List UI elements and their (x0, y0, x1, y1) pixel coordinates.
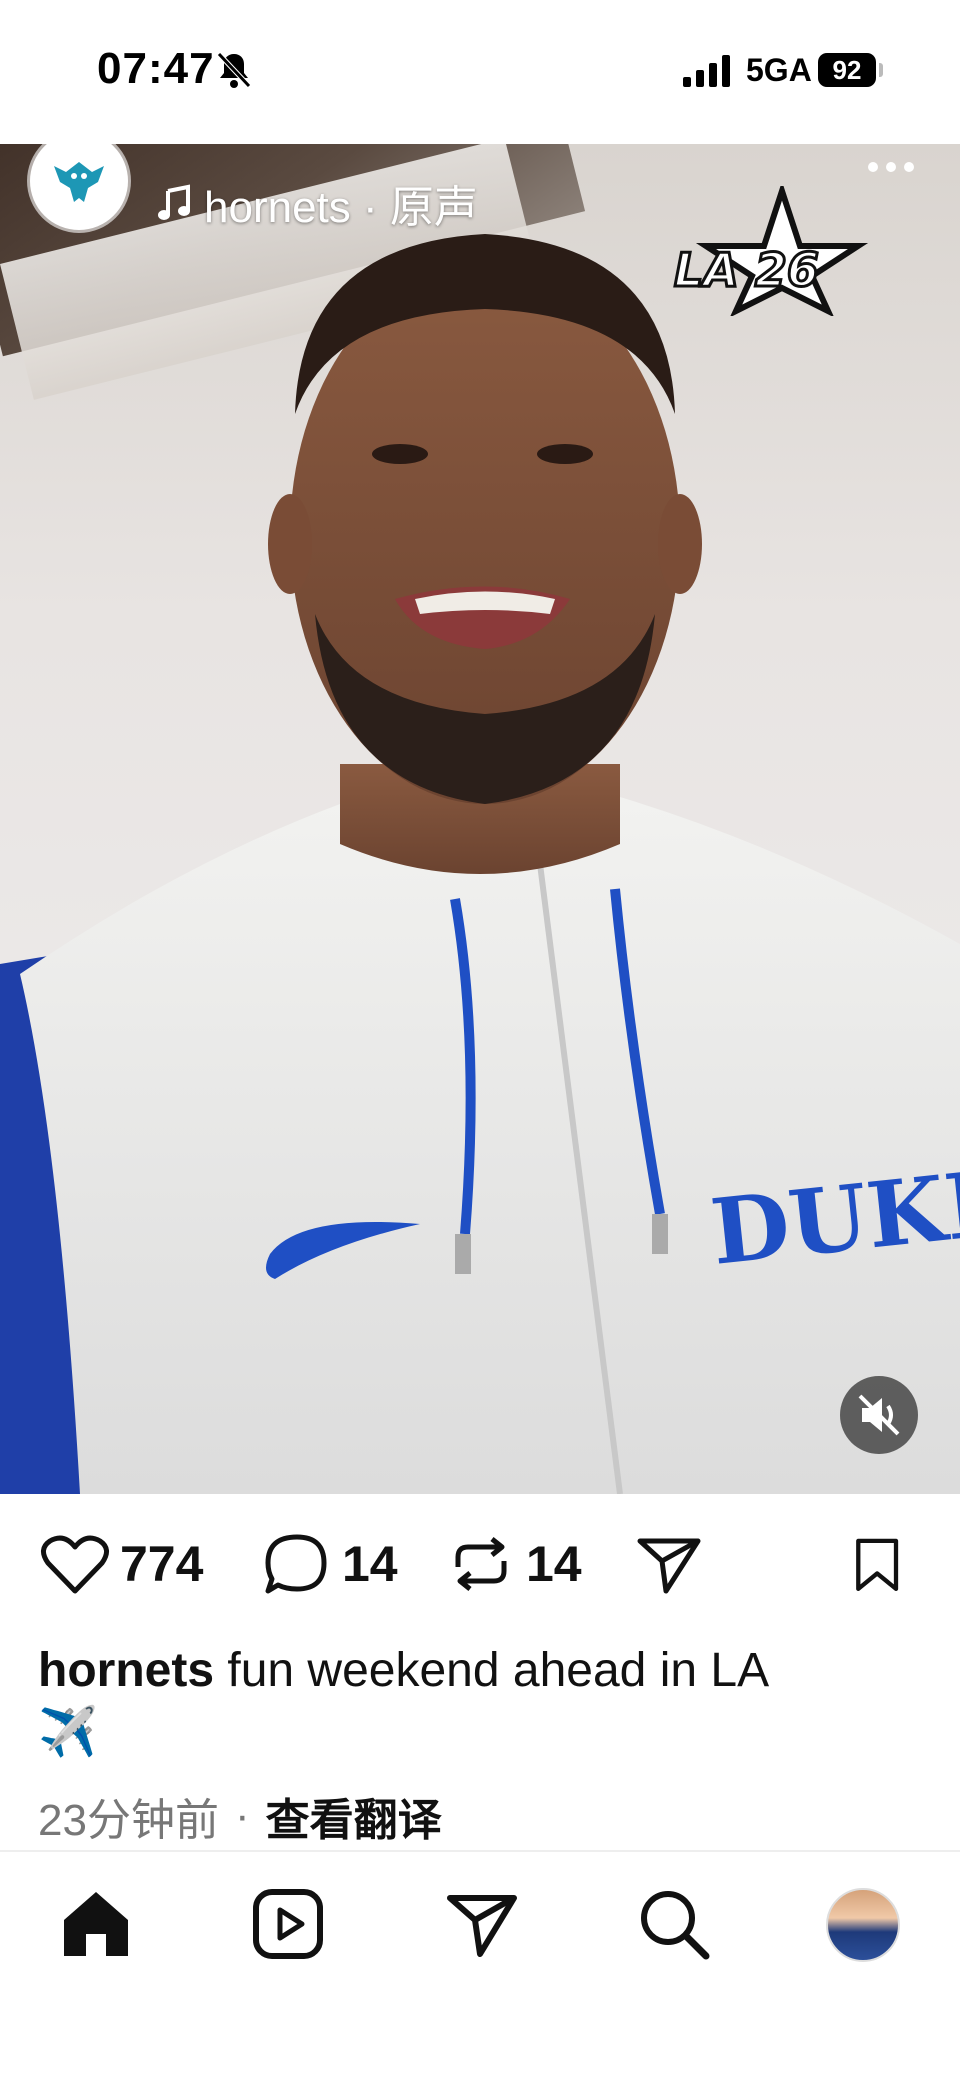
bottom-navigation (0, 1852, 960, 2079)
post-caption: hornets fun weekend ahead in LA ✈️ (38, 1640, 918, 1764)
status-time: 07:47 (97, 44, 215, 93)
event-logo-badge: LA 26 (673, 186, 869, 316)
audio-label-row[interactable]: hornets · 原声 (156, 178, 478, 232)
like-count[interactable]: 774 (120, 1535, 203, 1593)
account-avatar[interactable] (30, 144, 128, 230)
send-icon[interactable] (444, 1886, 520, 1962)
nav-reels[interactable] (248, 1884, 328, 1964)
comment-action[interactable]: 14 (262, 1534, 398, 1594)
speaker-muted-icon (858, 1394, 900, 1436)
video-frame-person: DUKE (0, 234, 960, 1494)
comment-count[interactable]: 14 (342, 1535, 398, 1593)
send-icon[interactable] (634, 1531, 704, 1597)
instagram-post-screen: 07:47 5GA 92 DUKE hornets · 原声 LA 26 774… (0, 0, 960, 2079)
repost-action[interactable]: 14 (446, 1534, 582, 1594)
profile-avatar[interactable] (826, 1888, 900, 1962)
event-logo-text: LA 26 (674, 243, 819, 297)
audio-label: hornets · 原声 (204, 183, 478, 232)
comment-icon[interactable] (262, 1531, 332, 1597)
share-action[interactable] (634, 1534, 704, 1594)
see-translation-link[interactable]: 查看翻译 (266, 1784, 442, 1848)
post-action-bar: 774 14 14 (0, 1494, 960, 1634)
repost-count[interactable]: 14 (526, 1535, 582, 1593)
post-meta-row: 23分钟前 · 查看翻译 (38, 1784, 442, 1848)
home-icon[interactable] (58, 1886, 134, 1962)
signal-icon (683, 55, 730, 87)
battery-indicator: 92 (818, 53, 876, 87)
hornets-logo-icon (54, 162, 104, 202)
bell-muted-icon (217, 52, 251, 88)
post-time-ago: 23分钟前 (38, 1796, 219, 1845)
nav-home[interactable] (56, 1884, 136, 1964)
caption-username[interactable]: hornets (38, 1644, 214, 1697)
mute-toggle-button[interactable] (840, 1376, 918, 1454)
bookmark-icon[interactable] (848, 1531, 908, 1597)
music-note-icon (158, 184, 190, 220)
caption-text: fun weekend ahead in LA (214, 1644, 770, 1697)
reels-icon[interactable] (250, 1886, 326, 1962)
network-label: 5GA (746, 52, 812, 88)
meta-separator: · (234, 1791, 250, 1840)
more-options-icon[interactable] (866, 160, 916, 174)
video-player[interactable]: DUKE hornets · 原声 LA 26 (0, 144, 960, 1494)
heart-icon[interactable] (40, 1531, 110, 1597)
status-bar: 07:47 5GA 92 (0, 0, 960, 144)
search-icon[interactable] (636, 1886, 712, 1962)
like-action[interactable]: 774 (40, 1534, 203, 1594)
nav-search[interactable] (634, 1884, 714, 1964)
caption-emoji: ✈️ (38, 1706, 98, 1759)
nav-direct[interactable] (442, 1884, 522, 1964)
repost-icon[interactable] (446, 1531, 516, 1597)
battery-tip (879, 63, 883, 77)
save-action[interactable] (848, 1534, 908, 1594)
account-name[interactable]: hornets (158, 144, 319, 150)
